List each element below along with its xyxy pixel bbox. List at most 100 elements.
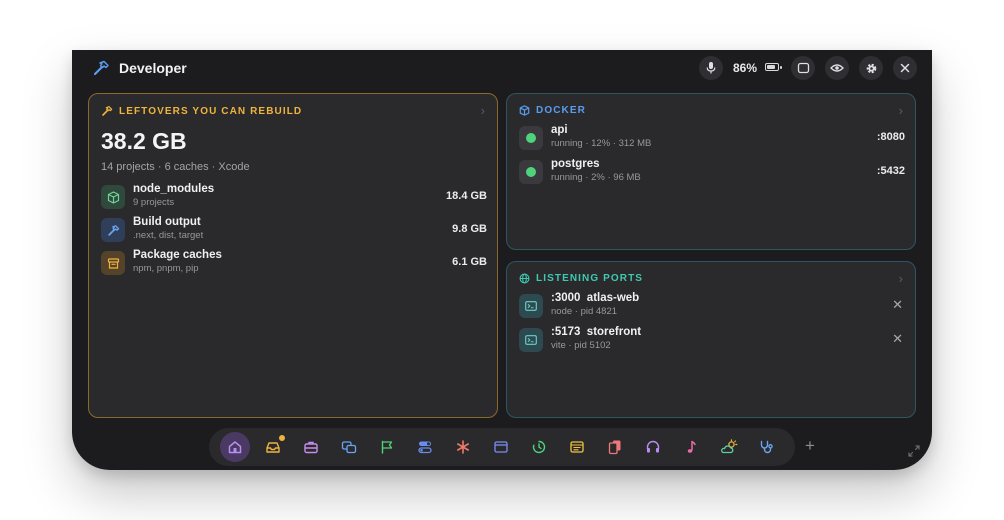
cube-icon (101, 185, 125, 209)
leftovers-total: 38.2 GB (101, 128, 187, 154)
microphone-icon (706, 62, 716, 74)
hammer-icon (93, 60, 109, 76)
window-mode-button[interactable] (791, 56, 815, 80)
gear-icon (866, 63, 876, 73)
leftover-size: 18.4 GB (446, 190, 487, 202)
leftover-name: Build output (133, 216, 201, 228)
dock-cards[interactable] (600, 432, 630, 462)
notes-icon (570, 441, 584, 453)
leftover-item[interactable]: Package caches npm, pnpm, pip 6.1 GB (101, 249, 487, 279)
briefcase-icon (304, 441, 318, 454)
running-dot (526, 167, 536, 177)
close-icon (900, 63, 910, 73)
hammer-icon (101, 218, 125, 242)
window-title: Developer (119, 60, 187, 76)
settings-button[interactable] (859, 56, 883, 80)
status-indicator (519, 126, 543, 150)
dock-notes[interactable] (562, 432, 592, 462)
container-name: api (551, 124, 568, 136)
leftover-item[interactable]: node_modules 9 projects 18.4 GB (101, 183, 487, 213)
dock-windows[interactable] (334, 432, 364, 462)
dock-browser[interactable] (486, 432, 516, 462)
docker-header: DOCKER (519, 105, 586, 116)
globe-icon (519, 273, 530, 284)
leftover-item[interactable]: Build output .next, dist, target 9.8 GB (101, 216, 487, 246)
dock-briefcase[interactable] (296, 432, 326, 462)
leftovers-summary: 14 projects · 6 caches · Xcode (101, 161, 250, 173)
leftover-name: node_modules (133, 183, 215, 195)
dock-toggles[interactable] (410, 432, 440, 462)
battery-icon (765, 63, 782, 71)
microphone-button[interactable] (699, 56, 723, 80)
inbox-tray-icon (266, 442, 280, 453)
battery-percentage: 86% (733, 61, 758, 75)
weather-icon (721, 439, 738, 454)
archive-box-icon (101, 251, 125, 275)
leftovers-card[interactable]: LEFTOVERS YOU CAN REBUILD › 38.2 GB 14 p… (88, 93, 498, 418)
kill-port-button[interactable]: ✕ (892, 331, 903, 347)
square-icon (797, 62, 809, 74)
container-detail: running · 2% · 96 MB (551, 172, 641, 183)
music-note-icon (687, 440, 696, 453)
docker-card[interactable]: DOCKER › api running · 12% · 312 MB :808… (506, 93, 916, 250)
leftover-size: 9.8 GB (452, 223, 487, 235)
toggles-icon (418, 441, 432, 454)
dock-asterisk[interactable] (448, 432, 478, 462)
app-dock (209, 428, 795, 466)
home-icon (228, 441, 242, 454)
ports-title: LISTENING PORTS (536, 273, 644, 284)
dock-timer[interactable] (524, 432, 554, 462)
port-row[interactable]: :5173 storefront vite · pid 5102 ✕ (519, 326, 905, 356)
battery-level (767, 65, 775, 69)
leftover-name: Package caches (133, 249, 222, 261)
flag-icon (381, 440, 393, 454)
leftover-detail: npm, pnpm, pip (133, 263, 199, 274)
dock-weather[interactable] (714, 432, 744, 462)
close-button[interactable] (893, 56, 917, 80)
dock-flag[interactable] (372, 432, 402, 462)
dock-health[interactable] (752, 432, 782, 462)
container-port: :5432 (876, 165, 905, 177)
port-name: :5173 storefront (551, 326, 642, 338)
chevron-right-icon[interactable]: › (899, 103, 903, 118)
visibility-button[interactable] (825, 56, 849, 80)
leftover-detail: .next, dist, target (133, 230, 204, 241)
port-name: :3000 atlas-web (551, 292, 640, 304)
cube-icon (519, 105, 530, 116)
dock-music[interactable] (676, 432, 706, 462)
developer-window: Developer 86% LEFTOVERS YOU CAN REBUILD … (72, 50, 932, 470)
terminal-icon (519, 294, 543, 318)
ports-header: LISTENING PORTS (519, 273, 643, 284)
chevron-right-icon[interactable]: › (481, 103, 485, 118)
add-app-button[interactable]: + (805, 436, 815, 456)
resize-icon[interactable] (907, 444, 921, 458)
dock-home[interactable] (220, 432, 250, 462)
leftovers-header: LEFTOVERS YOU CAN REBUILD (101, 105, 302, 117)
status-indicator (519, 160, 543, 184)
docker-title: DOCKER (536, 105, 586, 116)
running-dot (526, 133, 536, 143)
hammer-icon (102, 106, 113, 116)
chevron-right-icon[interactable]: › (899, 271, 903, 286)
leftover-detail: 9 projects (133, 197, 175, 208)
container-name: postgres (551, 158, 600, 170)
port-row[interactable]: :3000 atlas-web node · pid 4821 ✕ (519, 292, 905, 322)
headphones-icon (646, 440, 660, 453)
terminal-icon (519, 328, 543, 352)
dock-headphones[interactable] (638, 432, 668, 462)
dock-inbox[interactable] (258, 432, 288, 462)
container-row[interactable]: api running · 12% · 312 MB :8080 (519, 124, 905, 154)
cards-icon (608, 440, 621, 455)
windows-icon (341, 441, 357, 454)
container-row[interactable]: postgres running · 2% · 96 MB :5432 (519, 158, 905, 188)
leftovers-title: LEFTOVERS YOU CAN REBUILD (119, 105, 303, 117)
timer-icon (532, 440, 546, 454)
port-detail: node · pid 4821 (551, 306, 618, 317)
browser-window-icon (494, 441, 508, 453)
stethoscope-icon (760, 440, 773, 454)
listening-ports-card[interactable]: LISTENING PORTS › :3000 atlas-web node ·… (506, 261, 916, 418)
eye-icon (830, 64, 844, 72)
kill-port-button[interactable]: ✕ (892, 297, 903, 313)
notification-badge (279, 435, 285, 441)
leftover-size: 6.1 GB (452, 256, 487, 268)
